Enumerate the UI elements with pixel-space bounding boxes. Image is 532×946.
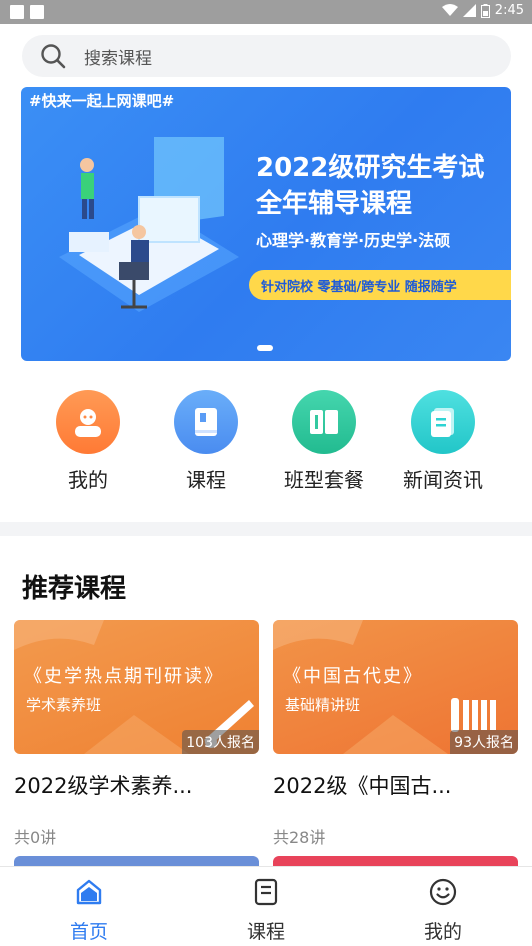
course-cover-subtitle: 基础精讲班 [285, 696, 361, 714]
search-placeholder: 搜索课程 [84, 48, 152, 69]
signal-icon [462, 4, 476, 17]
course-list-icon [254, 878, 278, 906]
course-cover: 《史学热点期刊研读》 学术素养班 103人报名 [14, 620, 259, 754]
course-lesson-count: 共0讲 [14, 828, 57, 847]
quick-menu-label: 课程 [186, 468, 226, 492]
enrolled-badge: 93人报名 [450, 730, 518, 754]
course-card[interactable]: 《史学热点期刊研读》 学术素养班 103人报名 2022级学术素养... 共0讲 [14, 620, 259, 848]
course-title: 2022级学术素养... [14, 774, 193, 798]
user-icon [56, 390, 120, 454]
quick-menu-news[interactable]: 新闻资讯 [384, 388, 502, 493]
section-title: 推荐课程 [22, 574, 127, 604]
package-icon [292, 390, 356, 454]
clock: 2:45 [494, 3, 524, 18]
notification-square-icon [30, 5, 44, 19]
wifi-icon [441, 4, 458, 16]
quick-menu-label: 我的 [68, 468, 108, 492]
tab-label: 我的 [423, 921, 462, 943]
tab-label: 首页 [69, 921, 108, 943]
course-cover-subtitle: 学术素养班 [26, 696, 102, 714]
office-illustration [59, 137, 239, 312]
course-title: 2022级《中国古... [273, 774, 452, 798]
smiley-icon [429, 878, 457, 906]
quick-menu-package[interactable]: 班型套餐 [265, 388, 383, 493]
battery-icon [480, 3, 490, 18]
course-cover-title: 《史学热点期刊研读》 [24, 666, 224, 687]
promo-banner[interactable]: #快来一起上网课吧# 2022级研究生考试 全年辅导课程 心理学·教育学·历史学… [21, 87, 511, 361]
home-icon [76, 879, 102, 905]
search-icon [41, 44, 66, 69]
section-divider [0, 522, 532, 536]
quick-menu-label: 新闻资讯 [403, 468, 483, 492]
tab-mine[interactable]: 我的 [383, 877, 503, 944]
bottom-tab-bar: 首页 课程 我的 [0, 866, 532, 946]
course-cover-title: 《中国古代史》 [283, 666, 423, 687]
course-card[interactable]: 《中国古代史》 基础精讲班 93人报名 2022级《中国古... 共28讲 [273, 620, 518, 848]
news-icon [411, 390, 475, 454]
banner-subjects: 心理学·教育学·历史学·法硕 [256, 231, 451, 250]
banner-title-line2: 全年辅导课程 [256, 189, 413, 219]
banner-feature-pill: 针对院校 零基础/跨专业 随报随学 [249, 270, 511, 300]
quick-menu-course[interactable]: 课程 [147, 388, 265, 493]
course-cover: 《中国古代史》 基础精讲班 93人报名 [273, 620, 518, 754]
quick-menu-my[interactable]: 我的 [29, 388, 147, 493]
quick-menu: 我的 课程 班型套餐 新闻资讯 [0, 388, 532, 498]
carousel-indicator[interactable] [257, 345, 273, 351]
tab-course[interactable]: 课程 [206, 877, 326, 944]
quick-menu-label: 班型套餐 [284, 468, 364, 492]
search-input[interactable]: 搜索课程 [22, 35, 511, 77]
banner-tag: #快来一起上网课吧# [29, 92, 175, 110]
notification-square-icon [10, 5, 24, 19]
enrolled-badge: 103人报名 [182, 730, 259, 754]
book-icon [174, 390, 238, 454]
banner-title-line1: 2022级研究生考试 [256, 153, 485, 183]
tab-label: 课程 [246, 921, 285, 943]
tab-home[interactable]: 首页 [29, 877, 149, 944]
course-lesson-count: 共28讲 [273, 828, 326, 847]
status-bar: 2:45 [0, 0, 532, 24]
